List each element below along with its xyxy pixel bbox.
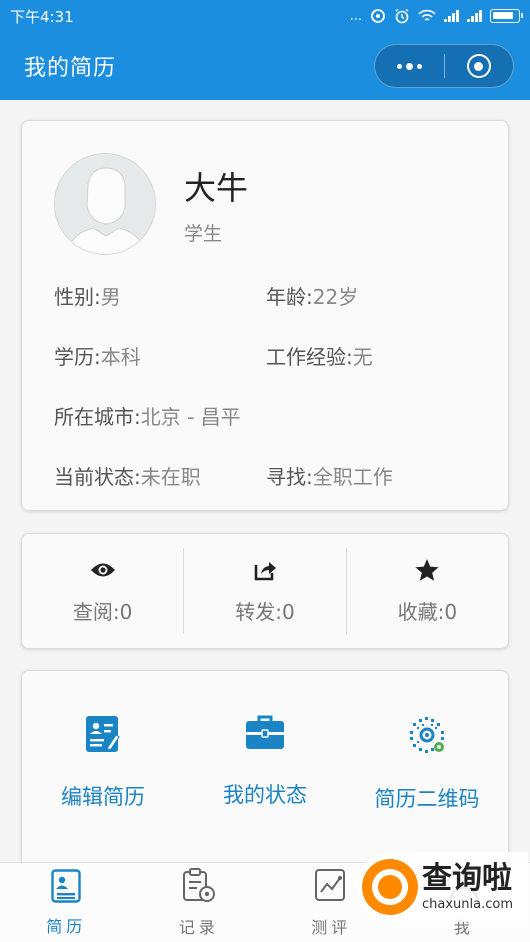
- field-value: 无: [352, 345, 373, 369]
- more-button[interactable]: [375, 45, 444, 87]
- avatar-silhouette-icon: [55, 154, 155, 254]
- stat-label-text: 查阅:: [72, 599, 120, 624]
- profile-card: 大牛 学生 性别:男 年龄:22岁 学历:本科 工作经验:无 所在城市:北京 -…: [21, 120, 509, 511]
- app-header: 下午4:31 ... 我的简历: [0, 0, 530, 100]
- more-dots: ...: [349, 8, 362, 24]
- my-status-button[interactable]: 我的状态: [184, 671, 346, 889]
- star-icon: [414, 558, 440, 582]
- nav-bar: 我的简历: [0, 32, 530, 100]
- field-age: 年龄:22岁: [266, 281, 358, 310]
- field-value: 全职工作: [312, 465, 393, 489]
- watermark-sub: chaxunla.com: [422, 896, 513, 912]
- watermark-logo-icon: [362, 859, 418, 915]
- tab-resume[interactable]: 简历: [0, 863, 133, 942]
- field-education: 学历:本科: [54, 341, 141, 370]
- stat-value: 0: [444, 599, 458, 624]
- field-gender: 性别:男: [54, 281, 121, 310]
- field-label: 当前状态:: [54, 465, 141, 489]
- status-time: 下午4:31: [10, 7, 74, 26]
- stat-label: 收藏:0: [398, 596, 457, 625]
- edit-resume-icon: [85, 715, 121, 757]
- avatar[interactable]: [54, 153, 156, 255]
- tab-label: 简历: [46, 916, 87, 936]
- stat-value: 0: [119, 599, 133, 624]
- stat-label: 查阅:0: [73, 596, 132, 625]
- signal-icon: [444, 10, 459, 22]
- watermark-main: 查询啦: [422, 860, 512, 896]
- stat-shares[interactable]: 转发:0: [184, 534, 345, 648]
- record-icon: [182, 867, 216, 908]
- site-watermark: 查询啦 chaxunla.com: [356, 852, 528, 922]
- qr-code-icon: [407, 715, 447, 759]
- tab-label: 记录: [178, 917, 219, 937]
- field-status: 当前状态:未在职: [54, 461, 201, 490]
- evaluation-icon: [314, 868, 348, 908]
- field-value: 男: [100, 285, 121, 309]
- field-label: 工作经验:: [266, 345, 353, 369]
- field-city: 所在城市:北京 - 昌平: [54, 401, 241, 430]
- field-value: 北京 - 昌平: [140, 405, 241, 429]
- user-name: 大牛: [184, 169, 249, 207]
- stat-label: 转发:0: [235, 596, 294, 625]
- stat-favorites[interactable]: 收藏:0: [347, 534, 508, 648]
- stat-value: 0: [282, 599, 295, 624]
- watermark-text: 查询啦 chaxunla.com: [422, 860, 513, 912]
- stats-card: 查阅:0 转发:0 收藏:0: [21, 533, 509, 649]
- field-label: 年龄:: [266, 285, 313, 309]
- edit-resume-button[interactable]: 编辑简历: [22, 671, 184, 889]
- target-icon: [466, 54, 491, 78]
- alarm-icon: [395, 8, 409, 24]
- eye-icon: [90, 558, 116, 582]
- resume-icon: [51, 868, 81, 907]
- user-role: 学生: [184, 223, 223, 245]
- stat-views[interactable]: 查阅:0: [22, 534, 183, 648]
- share-icon: [253, 558, 277, 582]
- field-value: 22岁: [312, 285, 359, 309]
- tab-records[interactable]: 记录: [133, 863, 266, 942]
- briefcase-icon: [245, 715, 285, 755]
- field-label: 性别:: [54, 285, 101, 309]
- action-label: 我的状态: [223, 783, 307, 807]
- field-label: 学历:: [54, 345, 101, 369]
- close-miniprogram-button[interactable]: [445, 45, 514, 87]
- action-label: 编辑简历: [61, 785, 145, 809]
- miniprogram-capsule: [374, 44, 514, 88]
- field-label: 寻找:: [266, 465, 313, 489]
- page-title: 我的简历: [24, 56, 117, 81]
- stat-label-text: 转发:: [235, 599, 282, 624]
- signal-icon-2: [467, 10, 482, 22]
- field-experience: 工作经验:无: [266, 341, 373, 370]
- stat-label-text: 收藏:: [397, 599, 445, 624]
- field-seeking: 寻找:全职工作: [266, 461, 393, 490]
- more-icon: [396, 62, 422, 70]
- field-value: 未在职: [140, 465, 201, 489]
- status-icons: ...: [349, 8, 523, 24]
- field-label: 所在城市:: [54, 405, 141, 429]
- status-bar: 下午4:31 ...: [0, 0, 530, 32]
- action-label: 简历二维码: [374, 787, 480, 811]
- tab-label: 测评: [311, 917, 352, 937]
- field-value: 本科: [100, 345, 141, 369]
- wifi-icon: [418, 9, 436, 21]
- link-icon: [371, 9, 385, 23]
- battery-icon: [490, 9, 523, 23]
